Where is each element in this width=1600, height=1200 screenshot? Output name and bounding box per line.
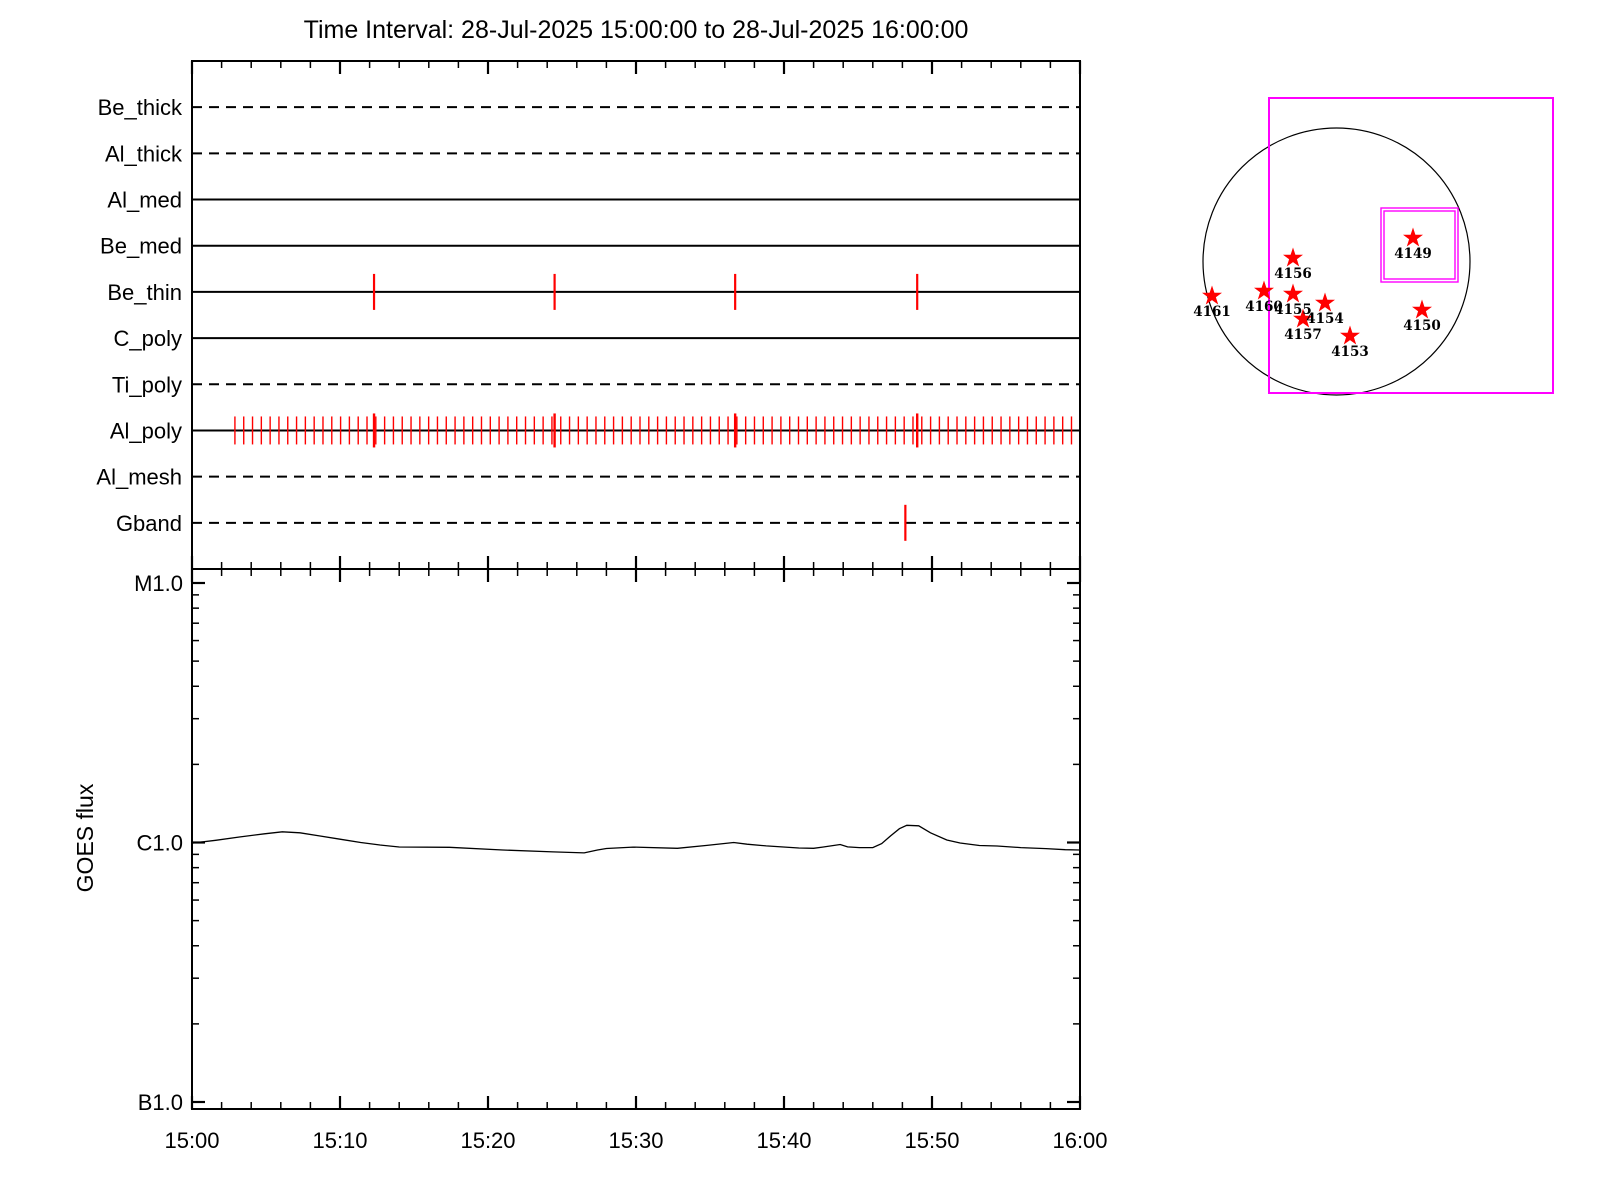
goes-panel: 15:00 15:10 15:20 15:30 15:40 15:50 16:00 M1.0 C…: [72, 568, 1108, 1153]
active-region-label-4150: 4150: [1403, 318, 1441, 334]
y-tick-label: C1.0: [137, 831, 183, 856]
active-region-star-4149: [1403, 227, 1423, 247]
x-tick-label: 15:20: [460, 1128, 515, 1153]
filter-label: Al_thick: [105, 141, 183, 166]
filter-label: Be_thin: [107, 280, 182, 305]
x-tick-label: 15:30: [608, 1128, 663, 1153]
filter-label: Be_thick: [98, 95, 183, 120]
active-region-label-4153: 4153: [1331, 344, 1369, 360]
active-region-star-4150: [1412, 299, 1432, 319]
x-tick-label: 15:00: [164, 1128, 219, 1153]
plot-canvas: Time Interval: 28-Jul-2025 15:00:00 to 2…: [0, 0, 1600, 1200]
goes-border: [191, 568, 1081, 1110]
fov-box: [1380, 207, 1459, 283]
filter-row-Be_thin: Be_thin: [107, 273, 1080, 310]
filter-row-Be_thick: Be_thick: [98, 95, 1080, 120]
y-tick-label: B1.0: [138, 1090, 183, 1115]
filter-row-Gband: Gband: [116, 504, 1080, 541]
filter-row-Be_med: Be_med: [100, 234, 1080, 259]
active-region-star-4155: [1283, 283, 1303, 303]
filter-label: Al_mesh: [96, 465, 182, 490]
fov-box-inner: [1383, 210, 1456, 280]
x-tick-label: 15:10: [312, 1128, 367, 1153]
x-tick-label: 16:00: [1052, 1128, 1107, 1153]
timeline-border: [191, 60, 1081, 570]
x-tick-label: 15:40: [756, 1128, 811, 1153]
filter-row-C_poly: C_poly: [114, 326, 1080, 351]
active-region-label-4149: 4149: [1394, 246, 1432, 262]
timeline-panel: Be_thick Al_thick Al_med Be_med Be_thin C_pol…: [96, 60, 1082, 570]
filter-label: Be_med: [100, 234, 182, 259]
active-region-star-4161: [1202, 285, 1222, 305]
filter-label: Gband: [116, 511, 182, 536]
filter-row-Al_poly: Al_poly: [110, 413, 1080, 448]
active-region-star-4153: [1340, 325, 1360, 345]
filter-row-Al_thick: Al_thick: [105, 141, 1080, 166]
active-region-label-4157: 4157: [1284, 327, 1322, 343]
active-region-star-4160: [1254, 280, 1274, 300]
filter-label: C_poly: [114, 326, 182, 351]
filter-label: Al_med: [107, 188, 182, 213]
x-tick-label: 15:50: [904, 1128, 959, 1153]
y-tick-label: M1.0: [134, 571, 183, 596]
active-region-label-4156: 4156: [1274, 266, 1312, 282]
filter-label: Ti_poly: [112, 372, 182, 397]
filter-row-Ti_poly: Ti_poly: [112, 372, 1080, 397]
active-region-label-4161: 4161: [1193, 304, 1231, 320]
chart-title: Time Interval: 28-Jul-2025 15:00:00 to 2…: [303, 16, 969, 44]
sun-map: 4161 41604156415541544157415341504149: [1193, 97, 1554, 396]
active-region-star-4156: [1283, 247, 1303, 267]
filter-label: Al_poly: [110, 418, 182, 443]
filter-row-Al_med: Al_med: [107, 188, 1080, 213]
goes-curve: [191, 824, 1081, 854]
active-region-star-4154: [1315, 292, 1335, 312]
goes-y-axis-title: GOES flux: [72, 783, 98, 892]
plot-svg: Be_thick Al_thick Al_med Be_med Be_thin C_pol…: [72, 60, 1554, 1153]
filter-row-Al_mesh: Al_mesh: [96, 465, 1080, 490]
active-region-label-4154: 4154: [1306, 311, 1344, 327]
